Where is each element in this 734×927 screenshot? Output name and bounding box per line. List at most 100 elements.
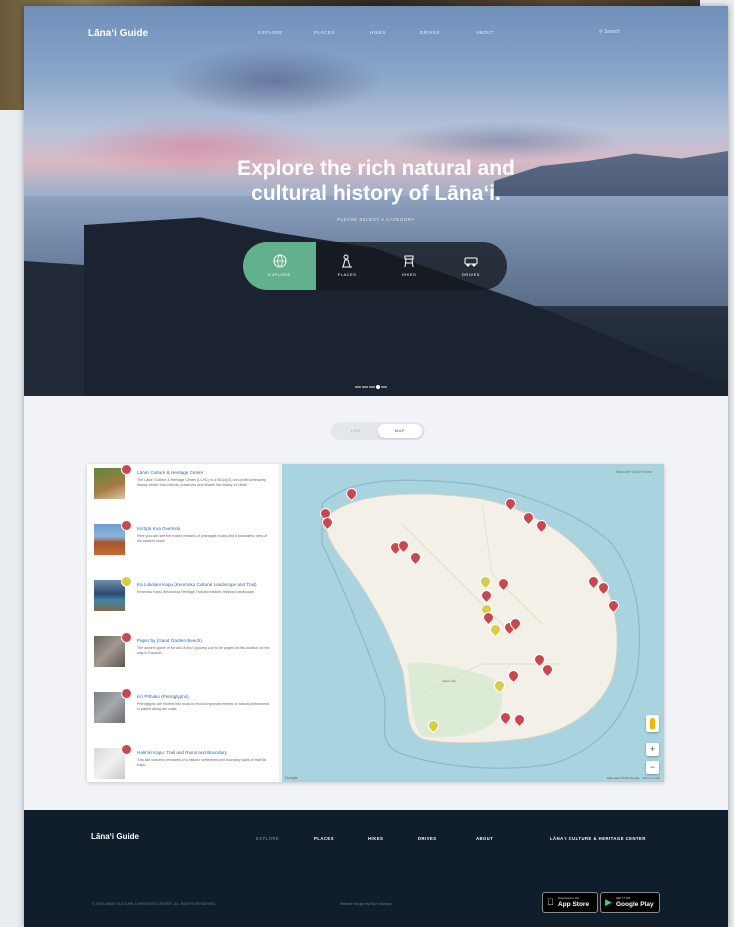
place-title[interactable]: Paper by (Gand Garden Beach) (137, 638, 271, 643)
place-thumbnail (94, 692, 125, 723)
category-badge (121, 688, 132, 699)
top-nav: Lāna‘i Guide Explore Places Hikes Drives… (24, 28, 728, 48)
map-pin[interactable] (505, 667, 522, 684)
map-pin[interactable] (425, 717, 442, 734)
place-title[interactable]: Ka‘ōpū Koa Overlook (137, 526, 271, 531)
google-play-badge[interactable]: ▶ GET IT ON Google Play (600, 892, 660, 913)
place-thumbnail (94, 636, 125, 667)
list-item[interactable]: Paper by (Gand Garden Beach) The ancient… (87, 632, 277, 686)
place-description: Petroglyphs are etched into rocks to rec… (137, 702, 270, 711)
map-pin[interactable] (477, 573, 494, 590)
category-badge (121, 520, 132, 531)
place-title[interactable]: Ka Lokelani Kapu (Keomoku Cultural Lands… (137, 582, 271, 587)
map-pin[interactable] (487, 621, 504, 638)
island-map (321, 479, 641, 769)
list-item[interactable]: Ka‘ōpū Koa Overlook Here you can see the… (87, 520, 277, 574)
list-item[interactable]: Lāna‘i Culture & Heritage Center The Lān… (87, 464, 277, 518)
place-title[interactable]: Kiʻi Pōhaku (Petroglyphs) (137, 694, 271, 699)
toggle-map[interactable]: Map (378, 424, 422, 438)
hero-cloud (164, 46, 384, 116)
map-pin[interactable] (491, 677, 508, 694)
tab-explore[interactable]: Explore (243, 242, 316, 290)
slide-dot[interactable] (362, 385, 368, 388)
copyright: © 2019 LĀNA‘I CULTURE & HERITAGE CENTER.… (92, 902, 217, 906)
store-big-text: App Store (558, 901, 590, 908)
page: Lāna‘i Guide Explore Places Hikes Drives… (24, 6, 728, 927)
footer: Lāna‘i Guide Explore Places Hikes Drives… (24, 810, 728, 927)
slide-dot[interactable] (369, 385, 375, 388)
tab-places[interactable]: Places (316, 242, 378, 290)
map-pin[interactable] (407, 549, 424, 566)
slide-dot-active[interactable] (376, 384, 380, 389)
place-title[interactable]: Lāna‘i Culture & Heritage Center (137, 470, 271, 475)
slide-indicator (355, 378, 388, 389)
map-pin[interactable] (502, 495, 519, 512)
category-badge (121, 632, 132, 643)
app-store-badge[interactable]:  Download on the App Store (542, 892, 598, 913)
search-toggle[interactable]: ⚲ Search (599, 29, 620, 35)
nav-explore[interactable]: Explore (258, 30, 283, 35)
footer-link-about[interactable]: About (476, 836, 493, 841)
store-big-text: Google Play (616, 901, 654, 908)
footer-link-places[interactable]: Places (314, 836, 334, 841)
nav-hikes[interactable]: Hikes (370, 30, 386, 35)
place-description: This site contains remnants of a histori… (137, 758, 267, 767)
map-pin[interactable] (507, 615, 524, 632)
footer-link-explore[interactable]: Explore (256, 836, 279, 841)
place-title[interactable]: Halēʻiki Kapu: Trail and Ruins and Bound… (137, 750, 271, 755)
place-thumbnail (94, 580, 125, 611)
map-attribution[interactable]: Map data ©2019 Google · Terms of Use (607, 776, 660, 780)
nav-places[interactable]: Places (314, 30, 335, 35)
map-pin[interactable] (343, 485, 360, 502)
map-pin[interactable] (595, 579, 612, 596)
town-label: Lāna‘i City (442, 679, 457, 683)
map-pin[interactable] (478, 587, 495, 604)
map-pin[interactable] (520, 509, 537, 526)
map-pin[interactable] (319, 514, 336, 531)
tab-label: Drives (462, 272, 480, 277)
place-thumbnail (94, 748, 125, 779)
store-small-text: Download on the (558, 896, 579, 900)
hero-subtitle: Please select a category (336, 217, 416, 222)
map-pin[interactable] (533, 517, 550, 534)
zoom-out-button[interactable]: − (646, 761, 659, 774)
map[interactable]: Maunalei Gulch Forest Lāna‘i City + − Go… (282, 464, 664, 782)
zoom-in-button[interactable]: + (646, 743, 659, 756)
site-logo[interactable]: Lāna‘i Guide (88, 28, 148, 39)
map-area-label: Maunalei Gulch Forest (616, 470, 653, 474)
tab-drives[interactable]: Drives (440, 242, 502, 290)
map-pin[interactable] (539, 661, 556, 678)
street-view-pegman-icon[interactable] (646, 715, 659, 732)
map-panel: Lāna‘i Culture & Heritage Center The Lān… (87, 464, 664, 782)
toggle-list[interactable]: List (334, 424, 378, 438)
store-small-text: GET IT ON (616, 896, 630, 900)
map-pin[interactable] (495, 575, 512, 592)
map-pin[interactable] (605, 597, 622, 614)
map-pin[interactable] (395, 537, 412, 554)
footer-logo[interactable]: Lāna‘i Guide (91, 832, 139, 841)
footer-partner-link[interactable]: Lāna‘i Culture & Heritage Center (550, 836, 646, 841)
hero: Lāna‘i Guide Explore Places Hikes Drives… (24, 6, 728, 396)
design-credit[interactable]: Website design by Blue Startups (340, 902, 392, 906)
place-thumbnail (94, 468, 125, 499)
hero-title: Explore the rich natural and cultural hi… (24, 156, 728, 206)
place-description: The Lāna‘i Culture & Heritage Center (LC… (137, 478, 267, 487)
footer-link-drives[interactable]: Drives (418, 836, 437, 841)
map-pin[interactable] (497, 709, 514, 726)
person-pin-icon (342, 254, 352, 268)
list-item[interactable]: Kiʻi Pōhaku (Petroglyphs) Petroglyphs ar… (87, 688, 277, 742)
nav-about[interactable]: About (476, 30, 494, 35)
slide-dot[interactable] (355, 385, 361, 388)
footer-link-hikes[interactable]: Hikes (368, 836, 383, 841)
nav-drives[interactable]: Drives (420, 30, 440, 35)
list-item[interactable]: Halēʻiki Kapu: Trail and Ruins and Bound… (87, 744, 277, 782)
list-item[interactable]: Ka Lokelani Kapu (Keomoku Cultural Lands… (87, 576, 277, 630)
tab-hikes[interactable]: Hikes (378, 242, 440, 290)
category-badge (121, 464, 132, 475)
view-toggle: List Map (331, 422, 425, 440)
hiking-icon (404, 255, 414, 268)
hero-title-line2: cultural history of Lāna‘i. (251, 182, 501, 205)
map-pin[interactable] (511, 711, 528, 728)
play-icon: ▶ (605, 897, 612, 907)
slide-dot[interactable] (381, 385, 387, 388)
